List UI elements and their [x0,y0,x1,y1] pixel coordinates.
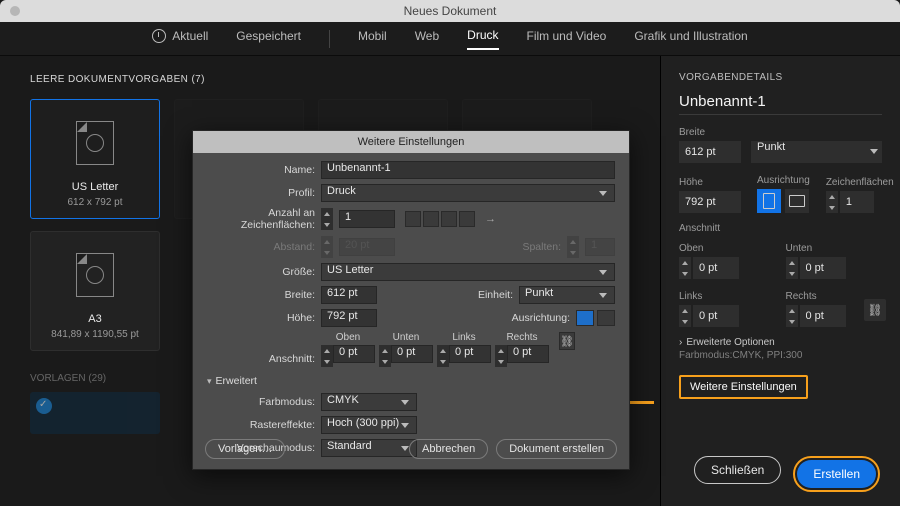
artboards-label: Zeichenflächen [826,177,894,188]
bleed-bottom-input[interactable]: 0 pt [391,345,433,363]
preset-a3[interactable]: A3 841,89 x 1190,55 pt [30,231,160,351]
tab-print[interactable]: Druck [467,28,498,50]
bleed-left-input[interactable]: 0 pt [449,345,491,363]
tab-web[interactable]: Web [415,29,439,49]
unit-select[interactable]: Punkt [751,141,882,163]
tab-film-video[interactable]: Film und Video [527,29,607,49]
stepper[interactable] [786,257,798,279]
dialog-title: Weitere Einstellungen [193,131,629,153]
spacing-input: 20 pt [339,238,395,256]
size-select[interactable]: US Letter [321,263,615,281]
height-label: Höhe: [207,312,315,324]
more-settings-button[interactable]: Weitere Einstellungen [679,375,808,399]
profile-label: Profil: [207,187,315,199]
page-icon [76,121,114,165]
columns-input: 1 [585,238,615,256]
orientation-landscape[interactable] [785,189,809,213]
height-input[interactable] [679,191,741,213]
width-label: Breite: [207,289,315,301]
orientation-label: Ausrichtung: [512,312,570,324]
page-icon [76,253,114,297]
width-input[interactable] [679,141,741,163]
bleed-top-input[interactable] [693,257,739,279]
chevron-down-icon [599,270,607,275]
artboards-input[interactable] [840,191,874,213]
unit-label: Einheit: [478,289,513,301]
close-window-icon[interactable] [10,6,20,16]
preset-details-panel: VORGABENDETAILS Unbenannt-1 Breite Punkt… [660,56,900,506]
bleed-top-input[interactable]: 0 pt [333,345,375,363]
artboard-layout-icons[interactable] [405,211,475,227]
chevron-down-icon [870,149,878,154]
category-tabbar: Aktuell Gespeichert Mobil Web Druck Film… [0,22,900,56]
document-name-field[interactable]: Unbenannt-1 [679,93,882,115]
stepper [567,236,579,258]
link-icon[interactable]: ⛓ [864,299,886,321]
name-input[interactable]: Unbenannt-1 [321,161,615,179]
chevron-down-icon [401,423,409,428]
check-icon [36,398,52,414]
orientation-portrait[interactable] [576,310,594,326]
stepper[interactable] [786,305,798,327]
artboards-stepper[interactable] [826,191,838,213]
width-input[interactable]: 612 pt [321,286,377,304]
create-button[interactable]: Erstellen [797,460,876,488]
bleed-label: Anschnitt [679,223,882,234]
stepper[interactable] [321,208,333,230]
close-button[interactable]: Schließen [694,456,781,484]
stepper[interactable] [495,345,507,367]
stepper [321,236,333,258]
templates-button[interactable]: Vorlagen… [205,439,285,459]
tab-recent[interactable]: Aktuell [152,29,208,49]
spacing-label: Abstand: [207,241,315,253]
stepper[interactable] [437,345,449,367]
arrow-icon: → [485,213,496,225]
bleed-bottom-input[interactable] [800,257,846,279]
window-titlebar: Neues Dokument [0,0,900,22]
artboards-count-input[interactable]: 1 [339,210,395,228]
advanced-expander[interactable]: Erweitert [207,375,615,387]
tab-saved[interactable]: Gespeichert [236,29,301,49]
tab-art-illustration[interactable]: Grafik und Illustration [634,29,747,49]
clock-icon [152,29,166,43]
preset-us-letter[interactable]: US Letter 612 x 792 pt [30,99,160,219]
advanced-options-toggle[interactable]: Erweiterte Optionen [679,337,882,348]
template-thumb[interactable] [30,392,160,434]
stepper[interactable] [679,257,691,279]
cancel-button[interactable]: Abbrechen [409,439,488,459]
columns-label: Spalten: [522,241,561,253]
raster-label: Rastereffekte: [207,419,315,431]
window-title: Neues Dokument [404,4,497,18]
chevron-down-icon [599,293,607,298]
presets-heading: LEERE DOKUMENTVORGABEN (7) [30,74,660,85]
mode-summary: Farbmodus:CMYK, PPI:300 [679,350,882,361]
stepper[interactable] [321,345,333,367]
chevron-down-icon [599,191,607,196]
size-label: Größe: [207,266,315,278]
chevron-down-icon [401,400,409,405]
bleed-right-input[interactable]: 0 pt [507,345,549,363]
highlight-ring: Erstellen [793,456,880,492]
stepper[interactable] [379,345,391,367]
bleed-right-input[interactable] [800,305,846,327]
orientation-label: Ausrichtung [757,175,810,186]
details-heading: VORGABENDETAILS [679,72,882,83]
profile-select[interactable]: Druck [321,184,615,202]
divider [329,30,330,48]
artboards-count-label: Anzahl an Zeichenflächen: [207,207,315,231]
link-icon[interactable]: ⛓ [559,332,575,350]
orientation-portrait[interactable] [757,189,781,213]
bleed-label: Anschnitt: [207,353,315,367]
colormode-label: Farbmodus: [207,396,315,408]
width-label: Breite [679,127,882,138]
height-label: Höhe [679,177,741,188]
height-input[interactable]: 792 pt [321,309,377,327]
stepper[interactable] [679,305,691,327]
bleed-left-input[interactable] [693,305,739,327]
tab-mobile[interactable]: Mobil [358,29,387,49]
more-settings-dialog: Weitere Einstellungen Name: Unbenannt-1 … [192,130,630,470]
name-label: Name: [207,164,315,176]
create-document-button[interactable]: Dokument erstellen [496,439,617,459]
orientation-landscape[interactable] [597,310,615,326]
